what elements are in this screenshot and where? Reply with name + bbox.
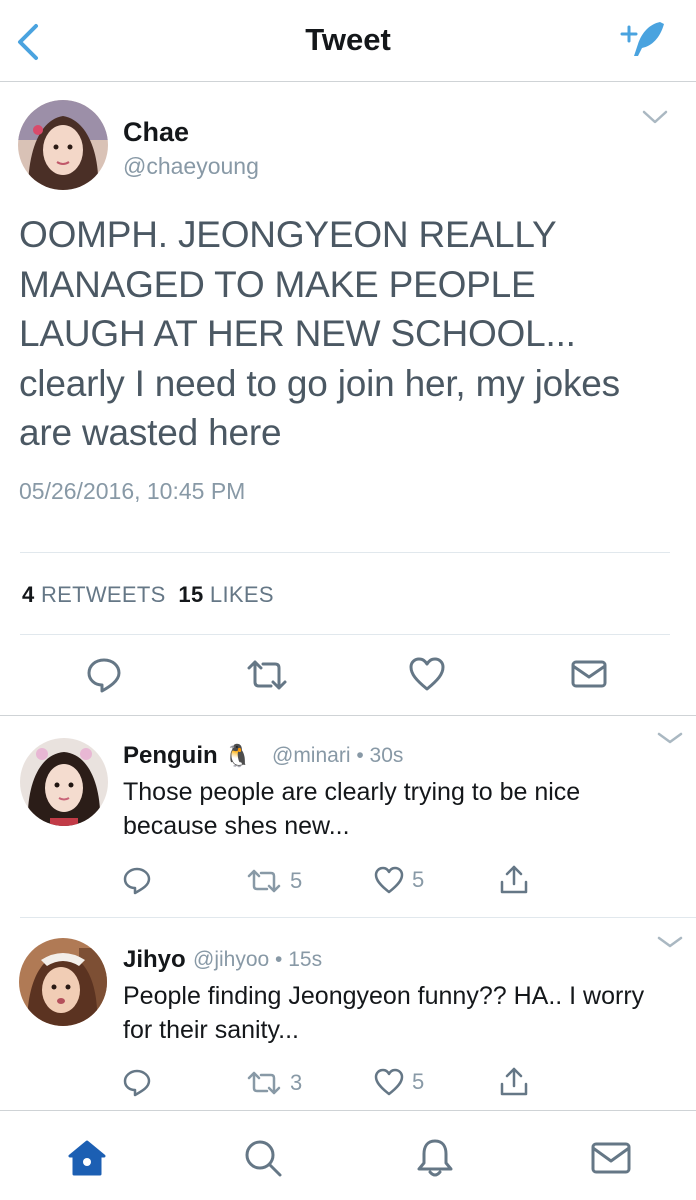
reply-button[interactable]	[122, 866, 152, 896]
tab-search[interactable]	[238, 1133, 288, 1183]
tab-messages[interactable]	[586, 1133, 636, 1183]
retweet-icon	[247, 1071, 281, 1095]
author-name[interactable]: Chae	[123, 117, 189, 148]
avatar-image	[18, 100, 108, 190]
divider	[20, 634, 670, 635]
likes-stat[interactable]: 15 LIKES	[178, 582, 273, 607]
retweet-icon	[247, 869, 281, 893]
divider	[0, 715, 696, 716]
avatar[interactable]	[18, 100, 108, 190]
chevron-down-icon	[642, 110, 668, 124]
main-tweet-actions	[0, 652, 696, 698]
author-handle[interactable]: @chaeyoung	[123, 153, 259, 180]
tab-notifications[interactable]	[410, 1133, 460, 1183]
avatar-image	[19, 938, 107, 1026]
tweet-menu-button[interactable]	[656, 730, 684, 748]
avatar[interactable]	[19, 938, 107, 1026]
avatar-image	[20, 738, 108, 826]
penguin-emoji-icon: 🐧	[224, 743, 252, 768]
reply-button[interactable]	[85, 656, 123, 694]
search-icon	[245, 1140, 282, 1177]
heart-icon	[409, 657, 445, 691]
chevron-down-icon	[657, 732, 683, 744]
compose-button[interactable]	[616, 16, 672, 64]
retweets-stat[interactable]: 4 RETWEETS	[22, 582, 166, 607]
heart-icon	[374, 1068, 404, 1096]
reply-actions: 5 5	[0, 864, 696, 898]
reply-author-name[interactable]: Jihyo	[123, 946, 186, 974]
reply-author-name[interactable]: Penguin 🐧	[123, 742, 252, 770]
reply-author-name-text: Penguin	[123, 742, 218, 769]
retweet-count: 3	[290, 1070, 303, 1095]
reply-bubble-icon	[87, 658, 121, 693]
likes-count: 15	[178, 582, 204, 607]
avatar[interactable]	[20, 738, 108, 826]
tweet-timestamp: 05/26/2016, 10:45 PM	[19, 478, 246, 504]
retweets-label: RETWEETS	[40, 582, 166, 607]
reply-bubble-icon	[123, 867, 151, 895]
share-dm-button[interactable]	[570, 658, 608, 690]
reply-text: Those people are clearly trying to be ni…	[123, 778, 581, 840]
like-button[interactable]: 5	[374, 1068, 424, 1096]
messages-envelope-icon	[591, 1142, 631, 1174]
reply-text: People finding Jeongyeon funny?? HA.. I …	[123, 982, 645, 1044]
reply-bubble-icon	[123, 1069, 151, 1097]
notifications-bell-icon	[417, 1139, 453, 1177]
tweet-menu-button[interactable]	[641, 108, 669, 126]
like-count: 5	[412, 1069, 425, 1094]
retweet-button[interactable]	[245, 658, 289, 692]
likes-label: LIKES	[209, 582, 274, 607]
tab-bar	[0, 1110, 696, 1200]
retweet-button[interactable]: 3	[246, 1070, 302, 1096]
envelope-icon	[571, 660, 607, 688]
retweet-button[interactable]: 5	[246, 868, 302, 894]
share-button[interactable]	[498, 1066, 530, 1098]
reply-button[interactable]	[122, 1068, 152, 1098]
retweet-icon	[247, 660, 287, 690]
like-button[interactable]: 5	[374, 866, 424, 894]
like-button[interactable]	[408, 656, 446, 692]
tweet-stats: 4 RETWEETS 15 LIKES	[22, 582, 274, 608]
tweet-menu-button[interactable]	[656, 934, 684, 952]
tab-home[interactable]	[62, 1133, 112, 1183]
reply-handle-time: @jihyoo • 15s	[193, 948, 323, 971]
retweet-count: 5	[290, 868, 303, 893]
page-title: Tweet	[305, 22, 391, 57]
retweets-count: 4	[22, 582, 35, 607]
tweet-text: OOMPH. JEONGYEON REALLY MANAGED TO MAKE …	[19, 214, 620, 453]
nav-bar: Tweet	[0, 0, 696, 82]
share-icon	[500, 1067, 528, 1096]
divider	[20, 552, 670, 553]
heart-icon	[374, 866, 404, 894]
home-icon	[68, 1140, 106, 1176]
reply-handle-time: @minari • 30s	[272, 744, 404, 767]
compose-feather-icon	[620, 22, 664, 56]
share-icon	[500, 865, 528, 894]
chevron-down-icon	[657, 936, 683, 948]
like-count: 5	[412, 867, 425, 892]
divider	[20, 917, 696, 918]
share-button[interactable]	[498, 864, 530, 896]
reply-actions: 3 5	[0, 1066, 696, 1100]
